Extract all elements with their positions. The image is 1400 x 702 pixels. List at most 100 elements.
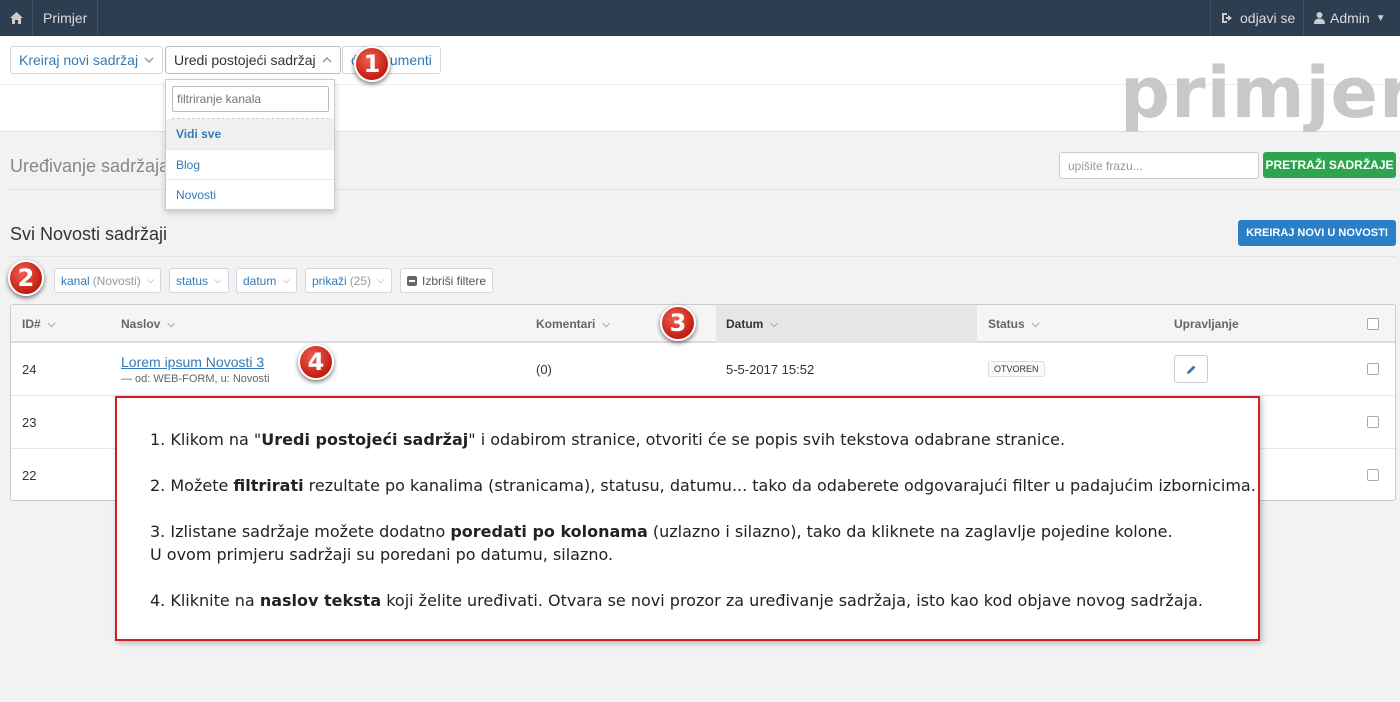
filter-date[interactable]: datum ⌵: [236, 268, 297, 293]
row-title-cell: Lorem ipsum Novosti 3 — od: WEB-FORM, u:…: [121, 343, 270, 395]
instruction-3: 3. Izlistane sadržaje možete dodatno por…: [150, 520, 1258, 566]
column-header-status[interactable]: Status ⌵: [988, 305, 1039, 343]
logout-label: odjavi se: [1240, 10, 1296, 26]
chevron-down-icon: ⌵: [214, 275, 222, 286]
text: U ovom primjeru sadržaji su poredani po …: [150, 545, 614, 564]
chevron-down-icon: ▼: [1375, 12, 1386, 24]
filter-show-label: prikaži: [312, 273, 347, 288]
home-button[interactable]: [0, 0, 33, 36]
brand-link[interactable]: Primjer: [33, 0, 99, 36]
filter-status-label: status: [176, 273, 209, 288]
checkbox[interactable]: [1367, 318, 1379, 330]
text: 4. Kliknite na: [150, 591, 260, 610]
row-comments: (0): [536, 361, 552, 377]
filter-show[interactable]: prikaži (25) ⌵: [305, 268, 392, 293]
sign-out-icon: [1222, 13, 1232, 23]
filter-show-value: (25): [349, 273, 372, 288]
page-title: Uređivanje sadržaja: [10, 156, 170, 176]
step-marker-4: 4: [298, 344, 334, 380]
chevron-down-icon: ⌵: [47, 318, 56, 330]
status-badge: OTVOREN: [988, 361, 1045, 377]
column-label: Upravljanje: [1174, 317, 1239, 331]
column-label: ID#: [22, 317, 41, 331]
row-id: 24: [22, 361, 37, 377]
column-header-title[interactable]: Naslov ⌵: [121, 305, 175, 343]
text-bold: naslov teksta: [259, 591, 382, 610]
table-header: ID# ⌵ Naslov ⌵ Komentari ⌵ Datum ⌵ Status ⌵ U…: [11, 305, 1395, 343]
channel-filter-input[interactable]: [172, 86, 329, 112]
step-marker-1: 1: [354, 46, 390, 82]
text-bold: poredati po kolonama: [450, 522, 648, 541]
chevron-down-icon: ⌵: [167, 318, 175, 330]
text: (uzlazno i silazno), tako da kliknete na…: [647, 522, 1173, 541]
row-checkbox[interactable]: [1367, 416, 1379, 428]
row-checkbox-cell: [1367, 343, 1379, 395]
text: rezultate po kanalima (stranicama), stat…: [303, 476, 1256, 495]
search-button[interactable]: PRETRAŽI SADRŽAJE: [1263, 152, 1396, 178]
top-navbar: Primjer odjavi se Admin ▼: [0, 0, 1400, 36]
row-id: 22: [22, 467, 37, 483]
dropdown-item-news[interactable]: Novosti: [166, 179, 334, 209]
filter-channel-label: kanal: [61, 273, 90, 288]
filter-channel[interactable]: kanal (Novosti) ⌵: [54, 268, 162, 293]
instructions-box: 1. Klikom na "Uredi postojeći sadržaj" i…: [115, 396, 1260, 641]
pencil-icon: [1186, 365, 1195, 374]
edit-row-button[interactable]: [1174, 355, 1208, 383]
admin-label: Admin: [1330, 10, 1370, 26]
edit-content-button[interactable]: Uredi postojeći sadržaj: [165, 46, 341, 74]
dropdown-item-all[interactable]: Vidi sve: [166, 119, 334, 149]
chevron-down-icon: ⌵: [282, 275, 290, 286]
minus-square-icon: [407, 275, 417, 286]
list-divider: [10, 256, 1396, 257]
chevron-down-icon: ⌵: [377, 275, 385, 286]
row-meta: — od: WEB-FORM, u: Novosti: [121, 372, 270, 385]
text: 2. Možete: [150, 476, 234, 495]
row-checkbox-cell: [1367, 449, 1379, 500]
clear-filters-button[interactable]: Izbriši filtere: [400, 268, 494, 293]
text-bold: Uredi postojeći sadržaj: [261, 430, 469, 449]
text: 1. Klikom na ": [150, 430, 262, 449]
instruction-1: 1. Klikom na "Uredi postojeći sadržaj" i…: [150, 428, 1258, 451]
list-title: Svi Novosti sadržaji: [10, 224, 168, 244]
create-content-label: Kreiraj novi sadržaj: [19, 52, 139, 68]
column-header-date[interactable]: Datum ⌵: [716, 305, 977, 343]
clear-filters-label: Izbriši filtere: [422, 273, 487, 288]
column-header-comments[interactable]: Komentari ⌵: [536, 305, 610, 343]
chevron-down-icon: ⌵: [770, 318, 778, 330]
admin-menu[interactable]: Admin ▼: [1303, 0, 1400, 36]
row-date: 5-5-2017 15:52: [726, 361, 815, 377]
user-icon: [1314, 12, 1325, 24]
row-checkbox[interactable]: [1367, 363, 1379, 375]
column-label: Status: [988, 317, 1025, 331]
instruction-4: 4. Kliknite na naslov teksta koji želite…: [150, 589, 1258, 612]
site-logo: primjer: [1120, 52, 1400, 134]
create-content-button[interactable]: Kreiraj novi sadržaj: [10, 46, 164, 74]
chevron-down-icon: [144, 57, 154, 63]
chevron-down-icon: ⌵: [146, 275, 155, 286]
table-row: 24 Lorem ipsum Novosti 3 — od: WEB-FORM,…: [11, 343, 1395, 396]
row-status-cell: OTVOREN: [988, 343, 1045, 395]
search-input[interactable]: upišite frazu...: [1059, 152, 1259, 179]
column-header-id[interactable]: ID# ⌵: [22, 305, 55, 343]
chevron-up-icon: [322, 57, 332, 63]
dropdown-item-blog[interactable]: Blog: [166, 149, 334, 179]
filter-channel-value: (Novosti): [92, 273, 141, 288]
create-new-button[interactable]: KREIRAJ NOVI U NOVOSTI: [1238, 220, 1396, 246]
logout-link[interactable]: odjavi se: [1210, 0, 1305, 36]
row-title-link[interactable]: Lorem ipsum Novosti 3: [121, 354, 264, 370]
column-label: Datum: [726, 317, 764, 331]
text-bold: filtrirati: [233, 476, 304, 495]
row-checkbox[interactable]: [1367, 469, 1379, 481]
text: 3. Izlistane sadržaje možete dodatno: [150, 522, 451, 541]
chevron-down-icon: ⌵: [602, 318, 610, 330]
filter-status[interactable]: status ⌵: [169, 268, 229, 293]
filter-date-label: datum: [243, 273, 277, 288]
step-marker-3: 3: [660, 305, 696, 341]
instruction-2: 2. Možete filtrirati rezultate po kanali…: [150, 474, 1258, 497]
chevron-down-icon: ⌵: [1031, 318, 1040, 330]
step-marker-2: 2: [8, 260, 44, 296]
text: " i odabirom stranice, otvoriti će se po…: [468, 430, 1066, 449]
row-id: 23: [22, 414, 37, 430]
select-all-checkbox[interactable]: [1367, 305, 1379, 343]
column-header-actions: Upravljanje: [1174, 305, 1239, 343]
